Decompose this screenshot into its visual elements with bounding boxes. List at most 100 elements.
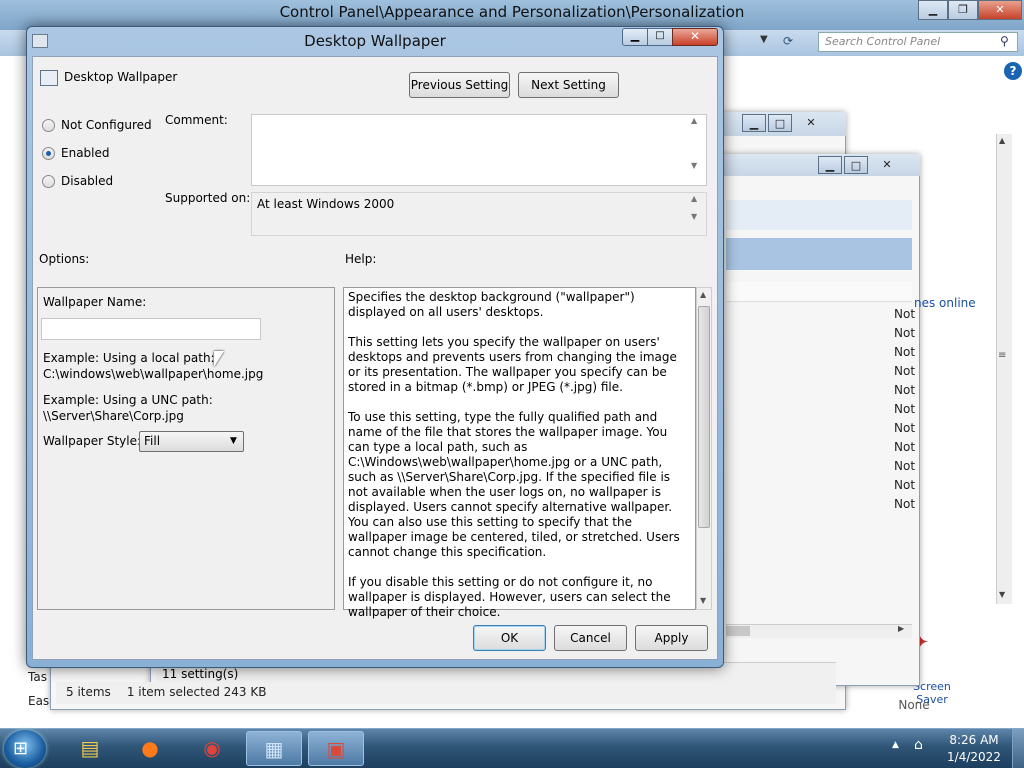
minimize-icon[interactable]: ▁ [622,28,648,46]
minimize-icon[interactable]: ▁ [918,0,948,20]
gp-editor-caption-buttons: ▁ □ ✕ [818,156,904,174]
gp-header-band [726,238,912,270]
ok-button[interactable]: OK [473,625,546,651]
help-paragraph: To use this setting, type the fully qual… [348,410,680,559]
gp-column-header[interactable] [726,282,912,302]
radio-enabled[interactable]: Enabled [42,146,110,160]
example-local-path: Example: Using a local path: C:\windows\… [43,350,323,382]
help-paragraph: If you disable this setting or do not co… [348,575,671,619]
radio-disabled[interactable]: Disabled [42,174,113,188]
state-cell: Not [894,440,916,454]
clock[interactable]: 8:26 AM 1/4/2022 [940,732,1008,766]
refresh-icon[interactable]: ⟳ [783,34,803,50]
scroll-up-icon[interactable]: ▲ [700,290,706,299]
online-link[interactable]: nes online [914,296,976,310]
next-setting-button[interactable]: Next Setting [518,72,619,98]
left-task-link[interactable]: Tas [28,670,47,684]
example-local-value: C:\windows\web\wallpaper\home.jpg [43,367,264,381]
supported-on-value: At least Windows 2000 [251,192,707,236]
maximize-icon[interactable]: □ [647,28,673,46]
network-icon[interactable]: ⌂ [914,737,923,753]
comment-scroll-icon[interactable]: ▲ ▼ [691,116,705,184]
radio-label: Disabled [61,174,114,188]
policy-setting-icon [40,70,58,86]
close-icon[interactable]: ✕ [870,156,904,174]
gp-horizontal-scrollbar[interactable] [726,624,912,638]
help-paragraph: This setting lets you specify the wallpa… [348,335,677,394]
tray-expand-icon[interactable]: ▲ [892,740,899,750]
minimize-icon[interactable]: ▁ [818,156,842,174]
radio-circle-icon[interactable] [42,174,55,188]
supported-on-label: Supported on: [165,191,251,205]
state-cell: Not [894,402,916,416]
state-cell: Not [894,497,916,511]
status-items: 5 items [66,685,111,699]
wallpaper-name-label: Wallpaper Name: [43,295,147,309]
wallpaper-style-select[interactable]: Fill [139,431,244,452]
status-selected: 1 item selected 243 KB [126,685,267,699]
search-icon[interactable]: ⚲ [1000,34,1016,50]
help-paragraph: Specifies the desktop background ("wallp… [348,290,635,319]
clock-date: 1/4/2022 [947,750,1001,764]
policy-name: Desktop Wallpaper [64,70,178,84]
chevron-down-icon[interactable]: ▼ [230,436,237,446]
control-panel-icon[interactable]: ▦ [246,731,302,766]
close-icon[interactable]: ✕ [672,28,718,46]
control-panel-scrollbar[interactable] [996,134,1012,604]
firefox-icon[interactable]: ● [122,731,178,766]
chrome-icon[interactable]: ◉ [184,731,240,766]
wallpaper-name-input[interactable] [41,318,261,340]
state-cell: Not [894,478,916,492]
group-policy-icon[interactable]: ▣ [308,731,364,766]
example-unc-path: Example: Using a UNC path: \\Server\Shar… [43,392,323,424]
maximize-icon[interactable]: □ [844,156,868,174]
windows-logo-icon: ⊞ [13,738,29,759]
minimize-icon[interactable]: ▁ [742,114,766,132]
example-unc-heading: Example: Using a UNC path: [43,393,213,407]
supported-scroll-icon[interactable]: ▲ ▼ [691,194,705,234]
scroll-grip-icon: ≡ [998,350,1007,361]
explorer-caption-buttons: ▁ □ ✕ [742,114,828,132]
restore-icon[interactable]: ❐ [948,0,978,20]
scroll-up-icon[interactable]: ▲ [999,136,1005,145]
cancel-button[interactable]: Cancel [554,625,627,651]
scroll-right-icon[interactable]: ▶ [898,624,904,633]
state-cell: Not [894,364,916,378]
radio-label: Not Configured [61,118,152,132]
state-cell: Not [894,459,916,473]
apply-button[interactable]: Apply [635,625,708,651]
comment-textarea[interactable] [251,114,707,186]
dialog-title: Desktop Wallpaper [304,32,446,50]
close-icon[interactable]: ✕ [978,0,1022,20]
close-icon[interactable]: ✕ [794,114,828,132]
scroll-down-icon[interactable]: ▼ [700,596,706,605]
control-panel-caption-buttons: ▁ ❐ ✕ [918,0,1022,20]
scroll-down-icon[interactable]: ▼ [999,590,1005,599]
maximize-icon[interactable]: □ [768,114,792,132]
state-cell: Not [894,307,916,321]
radio-circle-icon[interactable] [42,118,55,132]
state-cell: Not [894,345,916,359]
example-local-heading: Example: Using a local path: [43,351,215,365]
radio-label: Enabled [61,146,110,160]
search-input[interactable]: Search Control Panel [818,32,1018,52]
explorer-icon[interactable]: ▤ [62,731,118,766]
state-cell: Not [894,326,916,340]
help-label: Help: [345,252,377,266]
example-unc-value: \\Server\Share\Corp.jpg [43,409,184,423]
state-cell: Not [894,383,916,397]
address-dropdown-icon[interactable]: ▼ [760,34,780,50]
comment-label: Comment: [165,113,228,127]
options-label: Options: [39,252,90,266]
mouse-cursor-icon [214,351,224,367]
wallpaper-style-label: Wallpaper Style: [43,434,142,448]
radio-selected-icon[interactable] [42,146,55,160]
help-icon[interactable]: ? [1004,62,1022,80]
previous-setting-button[interactable]: Previous Setting [409,72,510,98]
radio-not-configured[interactable]: Not Configured [42,118,152,132]
left-ease-link[interactable]: Eas [28,694,49,708]
show-desktop-button[interactable] [1012,729,1024,768]
help-text: Specifies the desktop background ("wallp… [348,290,692,635]
help-scroll-thumb[interactable] [698,306,710,528]
gp-scroll-thumb[interactable] [726,626,750,636]
